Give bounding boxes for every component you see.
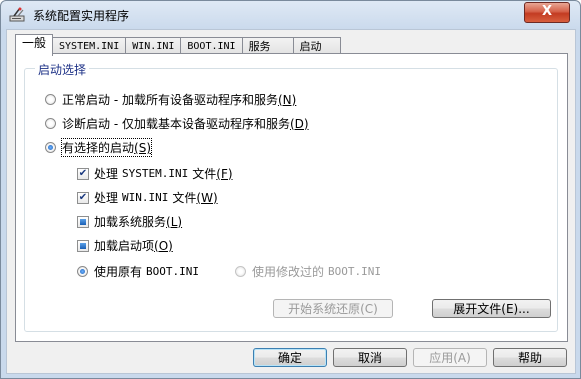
general-tab-panel: 启动选择 正常启动 - 加载所有设备驱动程序和服务 (N) 诊断启动 - 仅加载… <box>15 53 568 342</box>
system-config-window: 系统配置实用程序 X 一般 SYSTEM.INI WIN.INI BOOT.IN… <box>0 0 581 379</box>
ok-button[interactable]: 确定 <box>253 348 327 367</box>
use-original-bootini-radio[interactable] <box>77 266 88 277</box>
load-startup-items-option[interactable]: 加载启动项 (O) <box>77 237 173 254</box>
selective-startup-hotkey: (S) <box>134 141 151 155</box>
system-ini-prefix: 处理 <box>94 167 119 181</box>
startup-selection-group: 启动选择 正常启动 - 加载所有设备驱动程序和服务 (N) 诊断启动 - 仅加载… <box>24 61 558 332</box>
diagnostic-startup-radio[interactable] <box>45 118 56 129</box>
msconfig-app-icon <box>9 7 25 22</box>
normal-startup-hotkey: (N) <box>277 92 297 107</box>
load-services-hotkey: (L) <box>166 214 183 229</box>
expand-file-button[interactable]: 展开文件(E)... <box>432 299 551 318</box>
win-ini-checkbox[interactable]: ✔ <box>77 191 89 204</box>
group-title: 启动选择 <box>35 61 90 78</box>
use-modified-bootini-name: BOOT.INI <box>328 265 381 278</box>
use-original-bootini-option[interactable]: 使用原有 BOOT.INI <box>77 263 199 280</box>
load-startup-items-checkbox[interactable] <box>77 239 89 252</box>
load-services-label: 加载系统服务 <box>94 215 167 229</box>
selective-startup-label: 有选择的启动 <box>62 141 135 155</box>
win-ini-hotkey: (W) <box>196 190 218 205</box>
tab-strip: 一般 SYSTEM.INI WIN.INI BOOT.INI 服务 启动 <box>15 34 341 56</box>
tab-general[interactable]: 一般 <box>15 34 54 56</box>
diagnostic-startup-label: 诊断启动 - 仅加载基本设备驱动程序和服务 <box>62 117 290 131</box>
use-original-bootini-name: BOOT.INI <box>146 265 199 278</box>
system-ini-hotkey: (F) <box>216 166 233 181</box>
close-button[interactable]: X <box>524 2 570 23</box>
help-button[interactable]: 帮助 <box>493 348 567 367</box>
apply-button[interactable]: 应用(A) <box>413 348 487 367</box>
selective-startup-option[interactable]: 有选择的启动(S) <box>45 138 152 157</box>
use-modified-bootini-radio[interactable] <box>235 266 246 277</box>
load-services-option[interactable]: 加载系统服务 (L) <box>77 213 182 230</box>
system-ini-checkbox[interactable]: ✔ <box>77 167 89 180</box>
diagnostic-startup-option[interactable]: 诊断启动 - 仅加载基本设备驱动程序和服务 (D) <box>45 115 309 132</box>
system-ini-option[interactable]: ✔ 处理 SYSTEM.INI 文件 (F) <box>77 165 233 182</box>
normal-startup-radio[interactable] <box>45 94 56 105</box>
selective-startup-focus: 有选择的启动(S) <box>61 138 152 157</box>
dialog-client-area: 一般 SYSTEM.INI WIN.INI BOOT.INI 服务 启动 启动选… <box>6 29 576 374</box>
win-ini-prefix: 处理 <box>94 191 119 205</box>
system-ini-suffix: 文件 <box>192 167 217 181</box>
use-original-bootini-prefix: 使用原有 <box>94 265 143 279</box>
load-startup-items-hotkey: (O) <box>154 238 173 253</box>
close-icon: X <box>541 4 553 19</box>
normal-startup-option[interactable]: 正常启动 - 加载所有设备驱动程序和服务 (N) <box>45 91 296 108</box>
window-title: 系统配置实用程序 <box>33 9 130 23</box>
load-startup-items-label: 加载启动项 <box>94 239 155 253</box>
cancel-button[interactable]: 取消 <box>333 348 407 367</box>
normal-startup-label: 正常启动 - 加载所有设备驱动程序和服务 <box>62 93 278 107</box>
system-ini-name: SYSTEM.INI <box>122 167 189 180</box>
win-ini-option[interactable]: ✔ 处理 WIN.INI 文件 (W) <box>77 189 218 206</box>
selective-startup-radio[interactable] <box>45 142 56 153</box>
use-modified-bootini-option[interactable]: 使用修改过的 BOOT.INI <box>235 263 381 280</box>
title-bar[interactable]: 系统配置实用程序 X <box>1 1 580 29</box>
win-ini-name: WIN.INI <box>122 191 169 204</box>
load-services-checkbox[interactable] <box>77 215 89 228</box>
diagnostic-startup-hotkey: (D) <box>289 116 309 131</box>
use-modified-bootini-prefix: 使用修改过的 <box>252 265 325 279</box>
win-ini-suffix: 文件 <box>172 191 197 205</box>
start-system-restore-button[interactable]: 开始系统还原(C) <box>273 299 393 318</box>
